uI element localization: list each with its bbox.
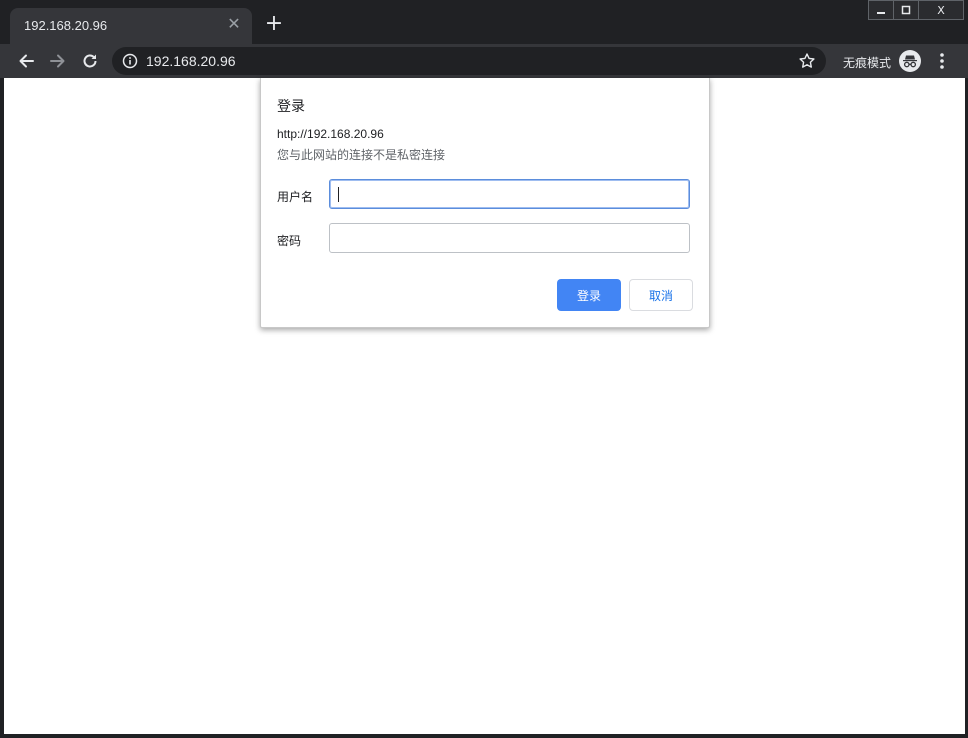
maximize-button[interactable] — [893, 0, 919, 20]
incognito-label: 无痕模式 — [843, 56, 892, 70]
forward-button[interactable] — [46, 49, 70, 73]
address-bar[interactable]: 192.168.20.96 — [112, 47, 826, 75]
username-field[interactable] — [329, 179, 690, 209]
url-text[interactable]: 192.168.20.96 — [146, 53, 236, 69]
text-caret — [338, 187, 339, 202]
dialog-origin: http://192.168.20.96 — [277, 127, 384, 141]
minimize-button[interactable] — [868, 0, 894, 20]
info-icon[interactable] — [122, 53, 138, 69]
browser-tab[interactable]: 192.168.20.96 ✕ — [10, 8, 252, 44]
tab-title: 192.168.20.96 — [24, 18, 108, 33]
browser-toolbar: 192.168.20.96 无痕模式 — [0, 44, 968, 78]
password-label: 密码 — [277, 234, 302, 248]
username-label: 用户名 — [277, 190, 314, 204]
back-button[interactable] — [14, 49, 38, 73]
star-icon[interactable] — [798, 52, 816, 70]
reload-button[interactable] — [78, 49, 102, 73]
window-controls: X — [868, 0, 964, 20]
password-field[interactable] — [329, 223, 690, 253]
auth-dialog: 登录 http://192.168.20.96 您与此网站的连接不是私密连接 用… — [260, 78, 710, 328]
window-close-button[interactable]: X — [918, 0, 964, 20]
forward-arrow-icon — [50, 54, 65, 68]
dialog-warning: 您与此网站的连接不是私密连接 — [277, 148, 446, 162]
dialog-title: 登录 — [277, 99, 305, 115]
reload-icon — [83, 54, 97, 68]
tab-close-icon[interactable]: ✕ — [226, 16, 242, 32]
browser-window: 192.168.20.96 ✕ + X 192.168.20.96 无痕模式 登… — [0, 0, 968, 738]
login-button[interactable]: 登录 — [557, 279, 621, 311]
minimize-icon — [877, 12, 885, 14]
more-vert-icon[interactable] — [932, 49, 952, 73]
cancel-button[interactable]: 取消 — [629, 279, 693, 311]
new-tab-button[interactable]: + — [264, 13, 284, 35]
back-arrow-icon — [19, 54, 34, 68]
tab-strip: 192.168.20.96 ✕ + X — [0, 0, 968, 44]
maximize-icon — [901, 5, 911, 15]
incognito-icon[interactable] — [898, 49, 922, 73]
